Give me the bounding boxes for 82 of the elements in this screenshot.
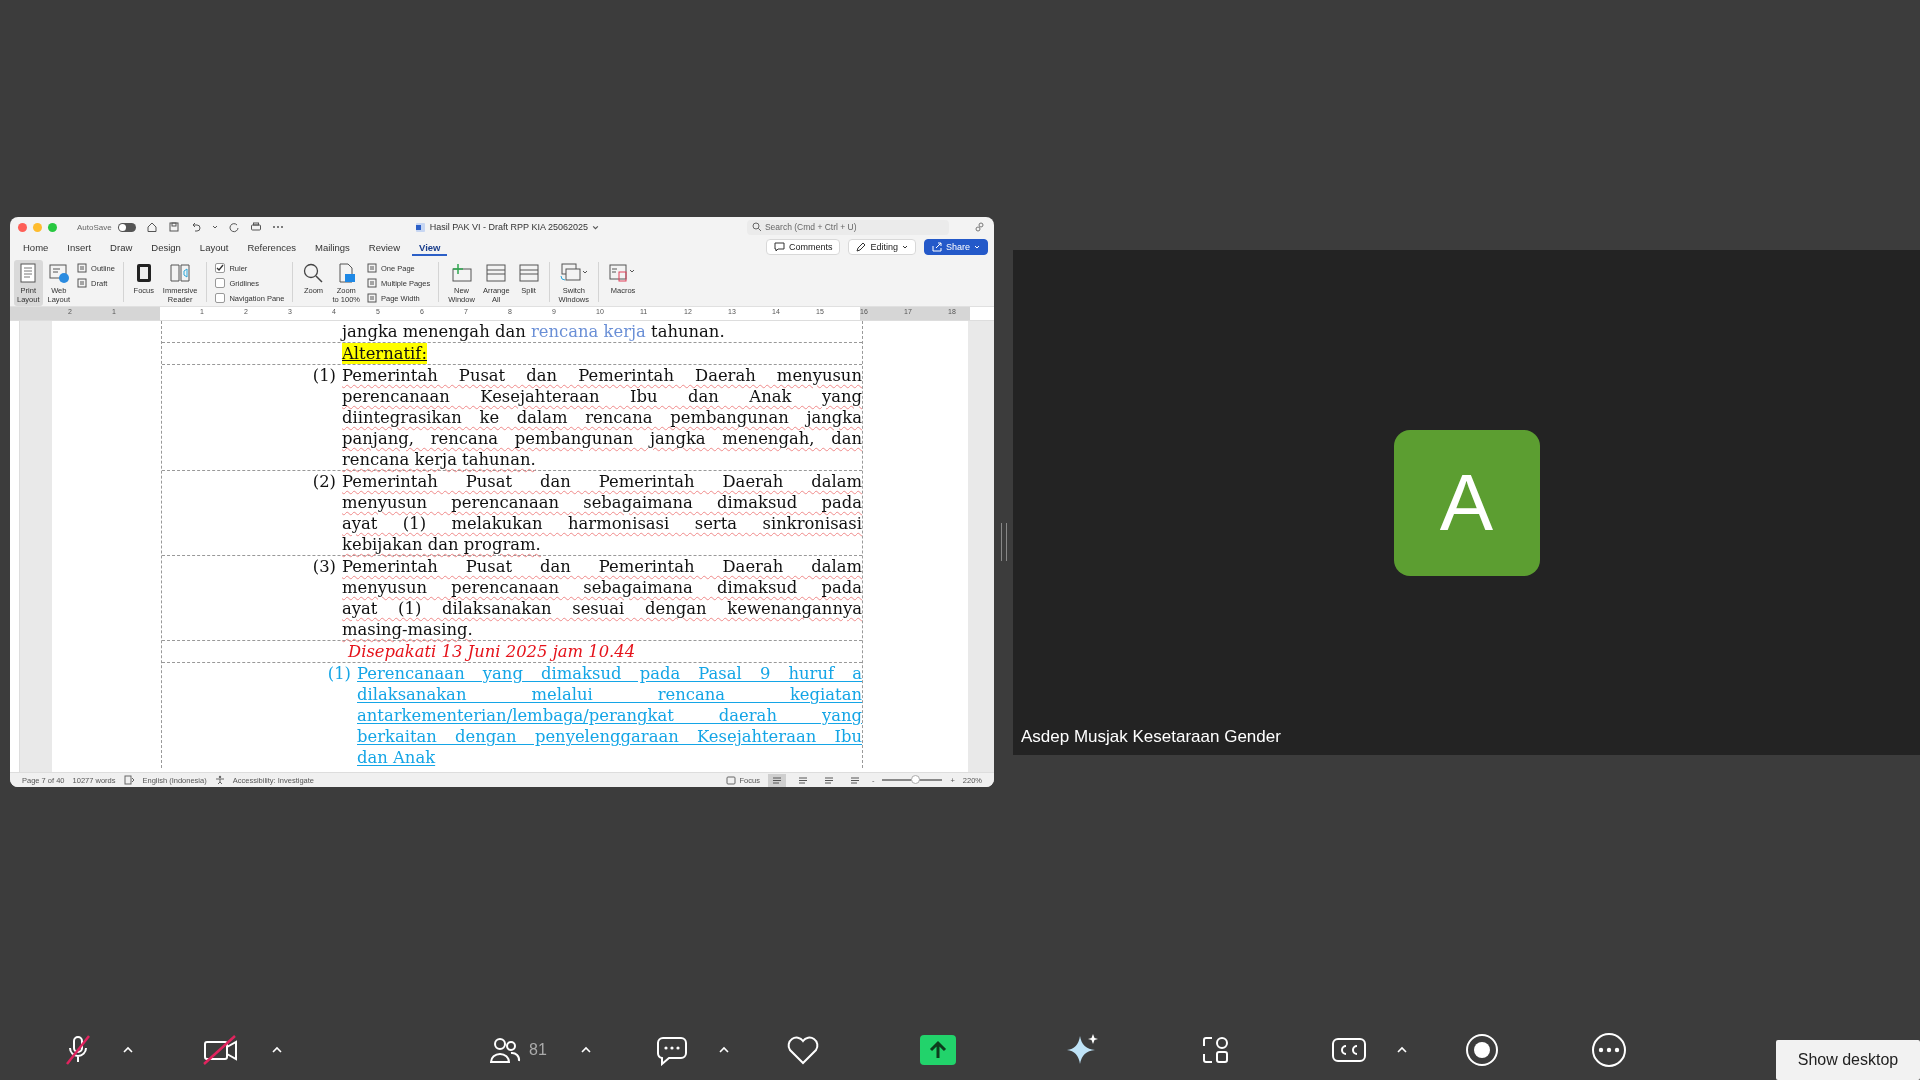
- autosave-toggle[interactable]: [117, 222, 136, 232]
- window-title[interactable]: Hasil PAK VI - Draft RPP KIA 25062025: [429, 222, 588, 232]
- caret-icon[interactable]: [579, 1046, 592, 1054]
- paragraph: Pemerintah Pusat dan Pemerintah Daerah dalam menyusun perencanaan sebagaimana dimaksud pada ayat (1) dilaksanakan sesuai dengan kewenangannya masing-masing.: [342, 556, 862, 640]
- ribbon-tab[interactable]: References: [240, 238, 303, 256]
- people-icon[interactable]: [974, 221, 986, 233]
- caret-icon: [974, 244, 980, 250]
- caret-icon[interactable]: [591, 223, 599, 231]
- comments-button[interactable]: Comments: [765, 239, 841, 255]
- caret-icon[interactable]: [211, 224, 218, 230]
- window-icon: [517, 262, 540, 284]
- microphone-icon[interactable]: [63, 1034, 93, 1066]
- ribbon-tab[interactable]: Review: [361, 238, 407, 256]
- resize-handle[interactable]: [1001, 523, 1007, 561]
- lines-icon: [823, 775, 834, 785]
- save-icon[interactable]: [167, 221, 180, 233]
- ribbon-tab[interactable]: Layout: [192, 238, 236, 256]
- comment-icon: [773, 242, 785, 252]
- focus-icon: [726, 775, 737, 785]
- item-number: (2): [311, 471, 337, 493]
- participant-name: Asdep Musjak Kesetaraan Gender: [1020, 726, 1282, 748]
- web-page-icon: [47, 262, 70, 284]
- avatar: A: [1393, 429, 1540, 576]
- people-icon: [489, 1036, 521, 1064]
- ribbon-tab[interactable]: Mailings: [308, 238, 357, 256]
- captions-icon[interactable]: [1330, 1036, 1367, 1064]
- checkbox[interactable]: [215, 293, 226, 303]
- tooltip: Show desktop: [1776, 1040, 1920, 1080]
- search-field[interactable]: Search (Cmd + Ctrl + U): [746, 219, 949, 235]
- page-icon: [77, 263, 88, 273]
- item-number: (1): [311, 365, 337, 387]
- ribbon-tab[interactable]: Insert: [60, 238, 99, 256]
- print-icon[interactable]: [249, 221, 262, 233]
- page-icon: [367, 293, 377, 303]
- book-icon: [169, 262, 192, 284]
- window-icon: [485, 262, 508, 284]
- ribbon-tab[interactable]: View: [412, 238, 448, 256]
- windows-icon: [558, 262, 589, 284]
- accessibility-icon[interactable]: [214, 775, 225, 785]
- share-button[interactable]: Share: [923, 239, 988, 255]
- caret-icon[interactable]: [717, 1046, 730, 1054]
- ribbon-tab[interactable]: Draw: [103, 238, 140, 256]
- paragraph: Perencanaan yang dimaksud pada Pasal 9 huruf a dilaksanakan melalui rencana kegiatan antarkementerian/lembaga/perangkat daerah yang berkaitan dengan penyelenggaraan Kesejahteraan Ibu dan Anak: [357, 663, 862, 768]
- note-text: Disepakati 13 Juni 2025 jam 10.44: [348, 641, 636, 662]
- checkbox[interactable]: [215, 278, 226, 288]
- chat-icon[interactable]: [654, 1034, 689, 1066]
- search-icon: [751, 222, 762, 232]
- paragraph: Pemerintah Pusat dan Pemerintah Daerah dalam menyusun perencanaan sebagaimana dimaksud pada ayat (1) melakukan harmonisasi serta sinkronisasi kebijakan dan program.: [342, 471, 862, 555]
- home-icon[interactable]: [145, 221, 158, 233]
- lines-icon: [849, 775, 860, 785]
- page-icon: [367, 263, 377, 273]
- checkbox[interactable]: [215, 263, 226, 273]
- highlighted-heading: Alternatif:: [342, 343, 427, 364]
- lines-icon: [797, 775, 808, 785]
- video-camera-icon[interactable]: [202, 1034, 240, 1066]
- item-number: (3): [311, 556, 337, 578]
- page-icon: [77, 278, 88, 288]
- page-icon: [367, 278, 377, 288]
- record-icon[interactable]: [1464, 1033, 1499, 1067]
- ribbon-tab[interactable]: Home: [16, 238, 56, 256]
- editing-button[interactable]: Editing: [848, 239, 916, 255]
- arrow-up-icon: [928, 1040, 947, 1060]
- lines-icon: [771, 775, 782, 785]
- magnifier-icon: [302, 262, 325, 284]
- share-screen-button[interactable]: [919, 1035, 956, 1065]
- share-icon: [931, 242, 942, 252]
- autosave-label: AutoSave: [77, 222, 112, 232]
- more-icon[interactable]: [1590, 1032, 1627, 1068]
- proofing-icon[interactable]: [123, 775, 135, 785]
- redo-icon[interactable]: [227, 221, 240, 233]
- caret-icon: [901, 244, 908, 250]
- pencil-icon: [856, 242, 867, 252]
- paragraph: Pemerintah Pusat dan Pemerintah Daerah menyusun perencanaan Kesejahteraan Ibu dan Anak yang diintegrasikan ke dalam rencana pembangunan jangka panjang, rencana pembangunan jangka menengah, dan rencana kerja tahunan.: [342, 365, 862, 470]
- document-icon: [414, 221, 426, 233]
- item-number: (1): [326, 663, 352, 685]
- caret-icon[interactable]: [1395, 1046, 1408, 1054]
- new-window-icon: [450, 262, 473, 284]
- paragraph: jangka menengah dan rencana kerja tahunan.: [339, 321, 726, 342]
- ribbon-tab[interactable]: Design: [144, 238, 188, 256]
- participants-button[interactable]: 81: [489, 1036, 547, 1064]
- view-button[interactable]: [767, 773, 786, 787]
- close-button[interactable]: [18, 222, 27, 232]
